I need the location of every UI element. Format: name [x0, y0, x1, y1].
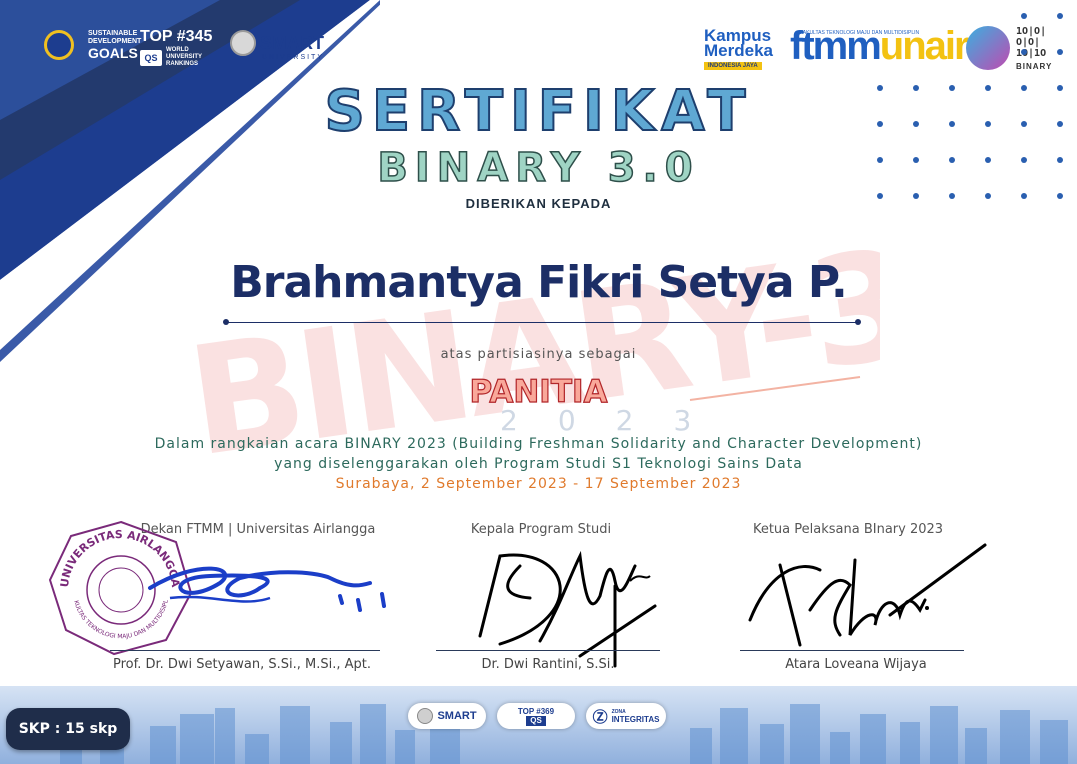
signature-1-scribble	[148, 566, 386, 612]
skp-badge: SKP : 15 skp	[6, 708, 130, 750]
smart-university-badge: SMART	[408, 703, 486, 729]
qs-rankings-text: WORLD UNIVERSITY RANKINGS	[166, 47, 203, 67]
signer1-line	[110, 650, 380, 651]
grid-dot	[1057, 49, 1063, 55]
given-to-label: DIBERIKAN KEPADA	[465, 196, 612, 211]
skyline-building	[395, 730, 415, 764]
name-underline	[226, 322, 858, 323]
skyline-building	[360, 704, 386, 764]
participation-label: atas partisiasinya sebagai	[440, 347, 637, 362]
signature-2-scribble	[478, 550, 657, 668]
integritas-icon: Ⓩ	[592, 708, 608, 726]
underline-dot-left	[223, 319, 229, 325]
signer2-title: Kepala Program Studi	[470, 522, 612, 537]
skyline-building	[1040, 720, 1068, 764]
unair-seal-icon	[44, 30, 74, 60]
grid-dot	[1057, 13, 1063, 19]
signer3-title: Ketua Pelaksana BInary 2023	[752, 522, 944, 537]
signer2-line	[436, 650, 660, 651]
skyline-building	[965, 728, 987, 764]
grid-dot	[1021, 13, 1027, 19]
skyline-building	[900, 722, 920, 764]
signature-3-scribble	[748, 543, 987, 647]
skyline-building	[790, 704, 820, 764]
signer2-name: Dr. Dwi Rantini, S.Si.	[481, 657, 615, 672]
event-description-line2: yang diselenggarakan oleh Program Studi …	[274, 456, 803, 472]
qs-icon: QS	[140, 50, 162, 66]
skyline-building	[280, 706, 310, 764]
skyline-building	[1000, 710, 1030, 764]
qs-rank-badge: TOP #369 QS	[497, 703, 575, 729]
kampus-merdeka-sub: INDONESIA JAYA	[704, 62, 762, 70]
kampus-merdeka-logo: Kampus Merdeka	[704, 26, 773, 60]
grid-dot	[1021, 49, 1027, 55]
skyline-building	[930, 706, 958, 764]
skyline-building	[330, 722, 352, 764]
certificate-subtitle: BINARY 3.0	[377, 144, 700, 192]
recipient-name: Brahmantya Fikri Setya P.	[230, 257, 847, 308]
skyline-building	[245, 734, 269, 764]
skyline-building	[830, 732, 850, 764]
smart-university-logo: SMART UNIVERSITY	[230, 30, 324, 61]
role-label: PANITIA	[469, 373, 608, 410]
signer3-line	[740, 650, 964, 651]
skyline-building	[860, 714, 886, 764]
skyline-building	[720, 708, 748, 764]
skyline-building	[180, 714, 214, 764]
event-date: Surabaya, 2 September 2023 - 17 Septembe…	[335, 476, 742, 492]
zona-integritas-badge: Ⓩ ZONA INTEGRITAS	[586, 703, 666, 729]
skyline-building	[760, 724, 784, 764]
signer3-name: Atara Loveana Wijaya	[785, 657, 927, 672]
smart-badge-seal-icon	[417, 708, 434, 724]
certificate-title: SERTIFIKAT	[324, 79, 753, 145]
signer1-name: Prof. Dr. Dwi Setyawan, S.Si., M.Si., Ap…	[112, 657, 372, 672]
skyline-building	[150, 726, 176, 764]
sdg-logo: SUSTAINABLE DEVELOPMENT GOALS	[88, 30, 142, 61]
event-description-line1: Dalam rangkaian acara BINARY 2023 (Build…	[154, 436, 923, 452]
skyline-building	[215, 708, 235, 764]
skyline-building	[690, 728, 712, 764]
smart-seal-icon	[230, 30, 256, 56]
qs-top-rank: TOP #345	[140, 28, 213, 45]
qs-badge-icon: QS	[526, 715, 546, 726]
underline-dot-right	[855, 319, 861, 325]
